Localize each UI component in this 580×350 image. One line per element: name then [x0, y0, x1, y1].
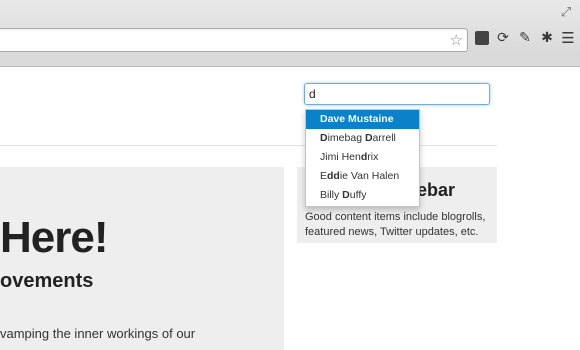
hero-subtitle: ovements [0, 270, 94, 292]
autocomplete-item[interactable]: Jimi Hendrix [306, 148, 419, 167]
header-divider [0, 145, 497, 146]
hero-body: vamping the inner workings of our [0, 326, 196, 341]
puzzle-icon[interactable]: ✎ [516, 29, 534, 47]
menu-icon[interactable]: ☰ [559, 29, 577, 47]
autocomplete-item[interactable]: Dave Mustaine [306, 110, 419, 129]
autocomplete-item[interactable]: Dimebag Darrell [306, 129, 419, 148]
autocomplete-dropdown: Dave Mustaine Dimebag Darrell Jimi Hendr… [305, 109, 420, 207]
sync-icon[interactable]: ⟳ [494, 29, 512, 47]
search-input[interactable] [304, 83, 490, 105]
expand-icon[interactable]: ⤢ [559, 5, 573, 19]
sidebar-title: ebar [417, 180, 456, 200]
bug-icon[interactable]: ✱ [538, 29, 556, 47]
sidebar-text: Good content items include blogrolls, fe… [305, 211, 486, 238]
browser-toolbar: ☆ ⟳ ✎ ✱ ☰ [0, 24, 580, 54]
browser-chrome: ⤢ ☆ ⟳ ✎ ✱ ☰ [0, 0, 580, 67]
hero-title: Here! [0, 213, 108, 262]
page-content: Here! ovements vamping the inner working… [0, 67, 580, 350]
autocomplete-item[interactable]: Billy Duffy [306, 186, 419, 205]
tab-strip: ⤢ [0, 0, 580, 24]
extension-icon[interactable] [473, 29, 491, 47]
bookmarks-bar [0, 54, 580, 66]
hero-unit: Here! ovements vamping the inner working… [0, 167, 284, 350]
autocomplete-item[interactable]: Eddie Van Halen [306, 167, 419, 186]
star-icon[interactable]: ☆ [450, 30, 463, 50]
address-bar[interactable]: ☆ [0, 28, 468, 52]
